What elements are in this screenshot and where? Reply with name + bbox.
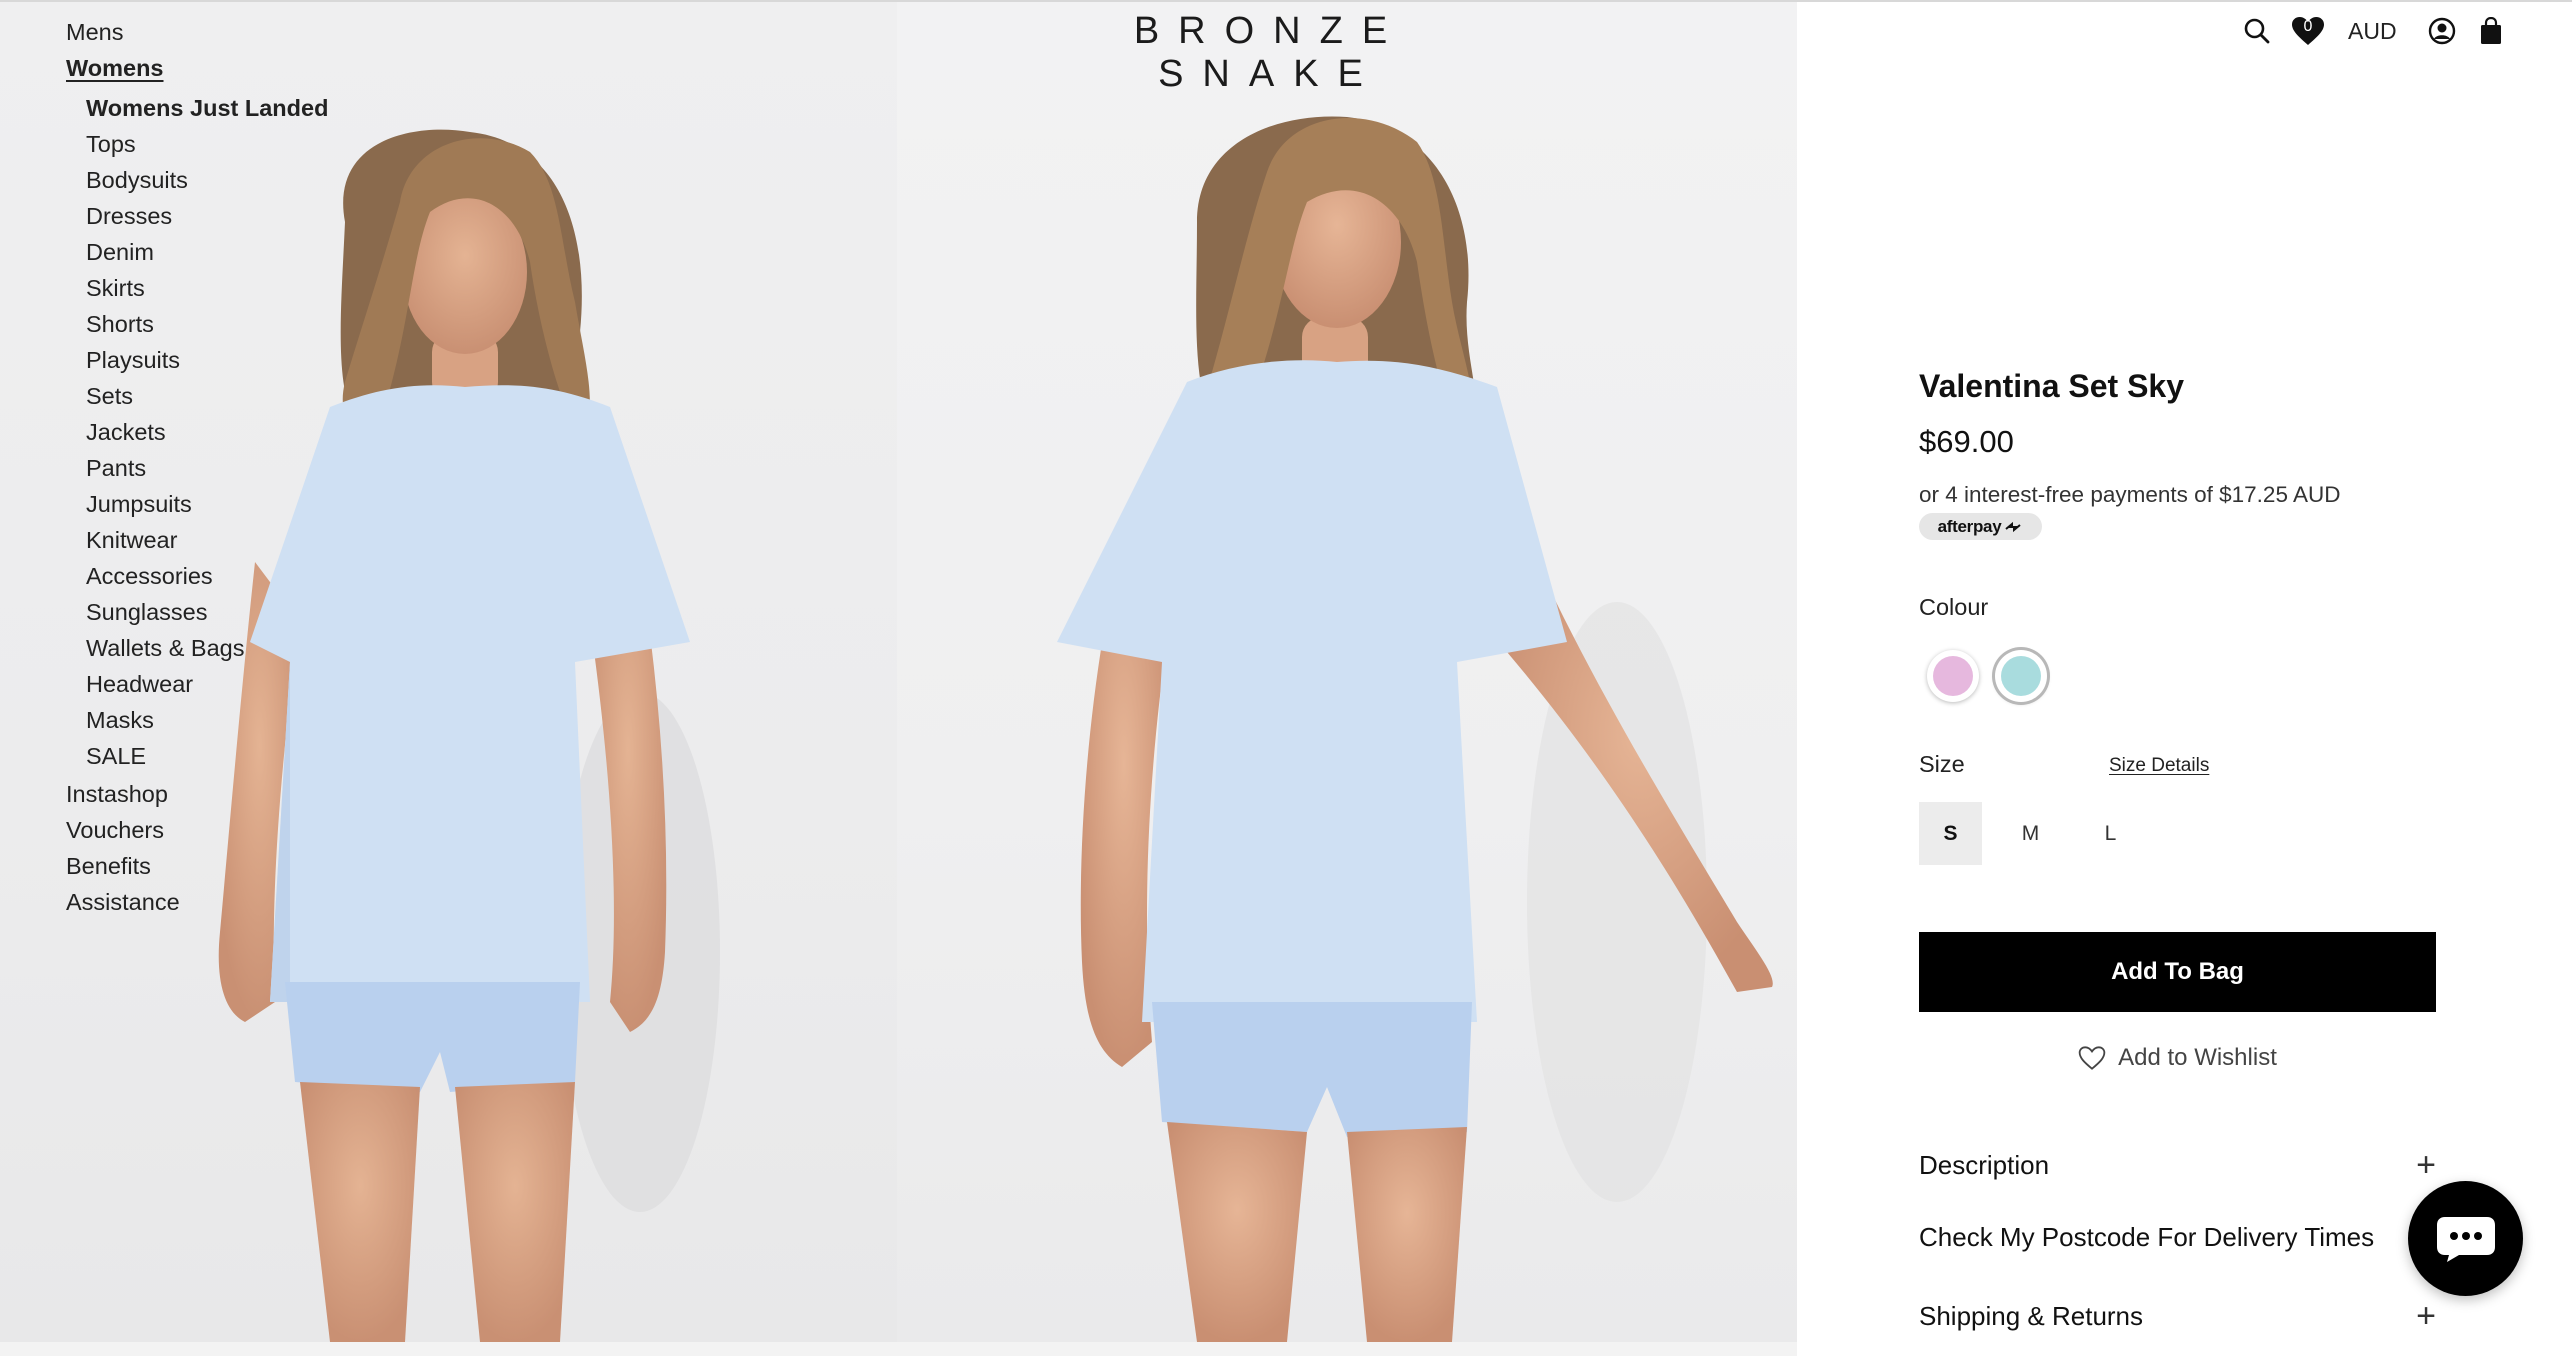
image-bottom-strip (0, 1342, 1797, 1356)
subnav-item-headwear[interactable]: Headwear (86, 666, 328, 702)
afterpay-text: or 4 interest-free payments of $17.25 AU… (1919, 482, 2341, 507)
size-option-l[interactable]: L (2079, 802, 2142, 865)
accordion-description-label: Description (1919, 1149, 2050, 1180)
subnav-item-pants[interactable]: Pants (86, 450, 328, 486)
product-title: Valentina Set Sky (1919, 368, 2185, 404)
model-figure-angle (1057, 116, 1773, 1342)
product-price: $69.00 (1919, 424, 2014, 459)
nav-item-benefits[interactable]: Benefits (66, 848, 328, 884)
size-option-m[interactable]: M (1999, 802, 2062, 865)
wishlist-count: 0 (2303, 18, 2313, 35)
heart-icon: 0 (2291, 16, 2325, 46)
wishlist-button[interactable]: 0 (2291, 16, 2325, 46)
subnav-item-knitwear[interactable]: Knitwear (86, 522, 328, 558)
account-icon[interactable] (2427, 16, 2457, 46)
afterpay-arrows-icon (2005, 521, 2022, 532)
subnav-item-accessories[interactable]: Accessories (86, 558, 328, 594)
accordion-shipping-returns[interactable]: Shipping & Returns + (1919, 1299, 2436, 1333)
add-to-bag-button[interactable]: Add To Bag (1919, 932, 2436, 1012)
colour-label: Colour (1919, 594, 1989, 620)
nav-item-mens[interactable]: Mens (66, 14, 328, 50)
subnav-item-sunglasses[interactable]: Sunglasses (86, 594, 328, 630)
plus-icon: + (2416, 1297, 2436, 1335)
plus-icon: + (2416, 1146, 2436, 1184)
subnav-item-jumpsuits[interactable]: Jumpsuits (86, 486, 328, 522)
colour-swatch-pink[interactable] (1927, 650, 1979, 702)
check-postcode-label: Check My Postcode For Delivery Times (1919, 1222, 2375, 1252)
currency-selector[interactable]: AUD (2348, 18, 2397, 45)
subnav-item-sets[interactable]: Sets (86, 378, 328, 414)
subnav-item-playsuits[interactable]: Playsuits (86, 342, 328, 378)
womens-subnav: Womens Just Landed Tops Bodysuits Dresse… (66, 90, 328, 774)
brand-logo[interactable]: BRONZE SNAKE (1010, 10, 1530, 96)
subnav-item-denim[interactable]: Denim (86, 234, 328, 270)
subnav-item-skirts[interactable]: Skirts (86, 270, 328, 306)
subnav-item-sale[interactable]: SALE (86, 738, 328, 774)
subnav-item-dresses[interactable]: Dresses (86, 198, 328, 234)
nav-item-vouchers[interactable]: Vouchers (66, 812, 328, 848)
subnav-item-womens-just-landed[interactable]: Womens Just Landed (86, 90, 328, 126)
nav-item-womens[interactable]: Womens (66, 50, 328, 86)
check-postcode-link[interactable]: Check My Postcode For Delivery Times (1919, 1222, 2436, 1253)
size-details-link[interactable]: Size Details (2109, 755, 2209, 777)
size-label: Size (1919, 751, 1965, 777)
add-to-wishlist-label: Add to Wishlist (2118, 1044, 2277, 1071)
heart-outline-icon (2078, 1046, 2106, 1070)
subnav-item-masks[interactable]: Masks (86, 702, 328, 738)
nav-item-assistance[interactable]: Assistance (66, 884, 328, 920)
subnav-item-bodysuits[interactable]: Bodysuits (86, 162, 328, 198)
chat-bubble-icon (2436, 1216, 2495, 1262)
bag-icon[interactable] (2478, 16, 2504, 46)
subnav-item-wallets-bags[interactable]: Wallets & Bags (86, 630, 328, 666)
accordion-shipping-label: Shipping & Returns (1919, 1300, 2144, 1331)
product-photo-angle[interactable] (897, 2, 1797, 1342)
size-option-s[interactable]: S (1919, 802, 1982, 865)
search-icon[interactable] (2242, 16, 2272, 46)
subnav-item-tops[interactable]: Tops (86, 126, 328, 162)
nav-item-instashop[interactable]: Instashop (66, 776, 328, 812)
afterpay-badge[interactable]: afterpay (1919, 513, 2042, 540)
category-nav: Mens Womens Womens Just Landed Tops Body… (66, 14, 328, 920)
chat-button[interactable] (2408, 1181, 2523, 1296)
subnav-item-jackets[interactable]: Jackets (86, 414, 328, 450)
accordion-description[interactable]: Description + (1919, 1148, 2436, 1182)
add-to-wishlist-button[interactable]: Add to Wishlist (1919, 1044, 2436, 1072)
colour-swatch-sky[interactable] (1995, 650, 2047, 702)
afterpay-badge-label: afterpay (1937, 516, 2002, 536)
subnav-item-shorts[interactable]: Shorts (86, 306, 328, 342)
